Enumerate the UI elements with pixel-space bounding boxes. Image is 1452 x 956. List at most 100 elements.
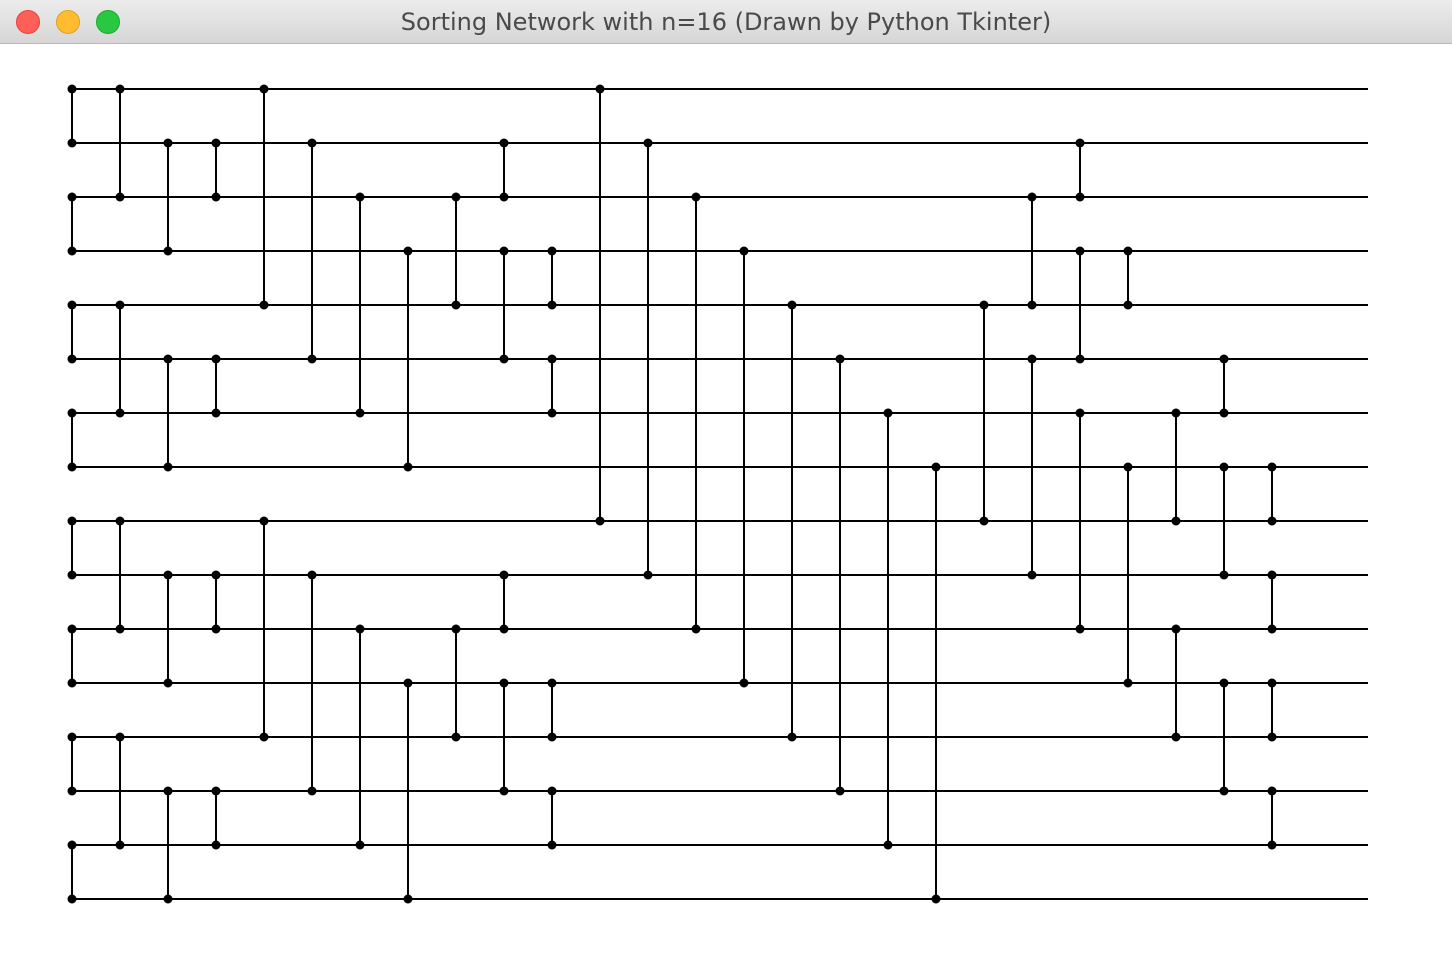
comparator-node — [163, 462, 173, 472]
comparator-node — [115, 300, 125, 310]
comparator-node — [1219, 570, 1229, 580]
comparator-node — [499, 570, 509, 580]
comparator-node — [163, 246, 173, 256]
comparator-node — [1267, 462, 1277, 472]
comparator-node — [1171, 732, 1181, 742]
comparator — [547, 246, 557, 310]
comparator-node — [499, 786, 509, 796]
comparator-node — [307, 570, 317, 580]
comparator-node — [115, 84, 125, 94]
comparator — [1219, 354, 1229, 418]
comparator-node — [163, 678, 173, 688]
comparator-node — [67, 246, 77, 256]
comparator-node — [67, 732, 77, 742]
comparator-node — [259, 732, 269, 742]
comparator-node — [163, 354, 173, 364]
comparator — [67, 300, 77, 364]
comparator-node — [67, 192, 77, 202]
comparator-node — [1027, 570, 1037, 580]
comparator-node — [163, 138, 173, 148]
title-bar[interactable]: Sorting Network with n=16 (Drawn by Pyth… — [0, 0, 1452, 44]
comparator-node — [163, 570, 173, 580]
comparator-node — [67, 894, 77, 904]
comparator-node — [499, 246, 509, 256]
comparator-node — [691, 624, 701, 634]
comparator-node — [451, 732, 461, 742]
comparator-node — [1219, 462, 1229, 472]
comparator-node — [835, 786, 845, 796]
comparator-node — [883, 408, 893, 418]
comparator — [1267, 786, 1277, 850]
comparator-node — [115, 624, 125, 634]
comparator-node — [547, 840, 557, 850]
comparator — [1075, 138, 1085, 202]
comparator-node — [595, 84, 605, 94]
comparator-node — [67, 570, 77, 580]
comparator — [67, 840, 77, 904]
comparator — [1123, 246, 1133, 310]
comparator — [547, 678, 557, 742]
window-title: Sorting Network with n=16 (Drawn by Pyth… — [400, 8, 1052, 36]
comparator-node — [451, 192, 461, 202]
comparator-node — [115, 840, 125, 850]
comparator-node — [691, 192, 701, 202]
comparator-node — [211, 570, 221, 580]
comparator-node — [1027, 354, 1037, 364]
comparator-node — [259, 84, 269, 94]
comparator-node — [163, 894, 173, 904]
comparator-node — [739, 678, 749, 688]
comparator-node — [499, 354, 509, 364]
comparator — [67, 732, 77, 796]
comparator-node — [1075, 354, 1085, 364]
comparator-node — [1267, 516, 1277, 526]
comparator-node — [67, 624, 77, 634]
comparator-node — [547, 678, 557, 688]
comparator-node — [1027, 192, 1037, 202]
comparator-node — [67, 786, 77, 796]
comparator-node — [1075, 138, 1085, 148]
comparator-node — [115, 516, 125, 526]
comparator — [67, 192, 77, 256]
comparator — [67, 516, 77, 580]
comparator-node — [1123, 678, 1133, 688]
comparator — [1267, 462, 1277, 526]
comparator-node — [1123, 462, 1133, 472]
comparator-node — [211, 354, 221, 364]
comparator-node — [1075, 246, 1085, 256]
comparator-node — [835, 354, 845, 364]
comparator-node — [67, 138, 77, 148]
comparator-node — [211, 840, 221, 850]
comparator-node — [403, 678, 413, 688]
comparator-node — [307, 354, 317, 364]
comparator-node — [547, 354, 557, 364]
comparator-node — [547, 246, 557, 256]
comparator — [67, 408, 77, 472]
comparator-node — [931, 894, 941, 904]
comparator-node — [211, 786, 221, 796]
comparator-node — [403, 246, 413, 256]
comparator — [67, 624, 77, 688]
comparator — [1267, 678, 1277, 742]
comparator-node — [67, 84, 77, 94]
comparator-node — [1219, 354, 1229, 364]
app-window: Sorting Network with n=16 (Drawn by Pyth… — [0, 0, 1452, 956]
sorting-network-diagram — [67, 84, 1368, 904]
comparator-node — [1219, 408, 1229, 418]
comparator-node — [1171, 516, 1181, 526]
comparator-node — [115, 192, 125, 202]
comparator-node — [67, 300, 77, 310]
comparator-node — [307, 138, 317, 148]
comparator-node — [643, 570, 653, 580]
comparator-node — [211, 192, 221, 202]
comparator-node — [1123, 300, 1133, 310]
comparator — [547, 354, 557, 418]
comparator-node — [979, 516, 989, 526]
comparator-node — [595, 516, 605, 526]
comparator-node — [1219, 786, 1229, 796]
comparator-node — [1267, 678, 1277, 688]
comparator-node — [1171, 624, 1181, 634]
comparator-node — [499, 138, 509, 148]
comparator-node — [1075, 624, 1085, 634]
comparator-node — [451, 300, 461, 310]
comparator-node — [499, 678, 509, 688]
